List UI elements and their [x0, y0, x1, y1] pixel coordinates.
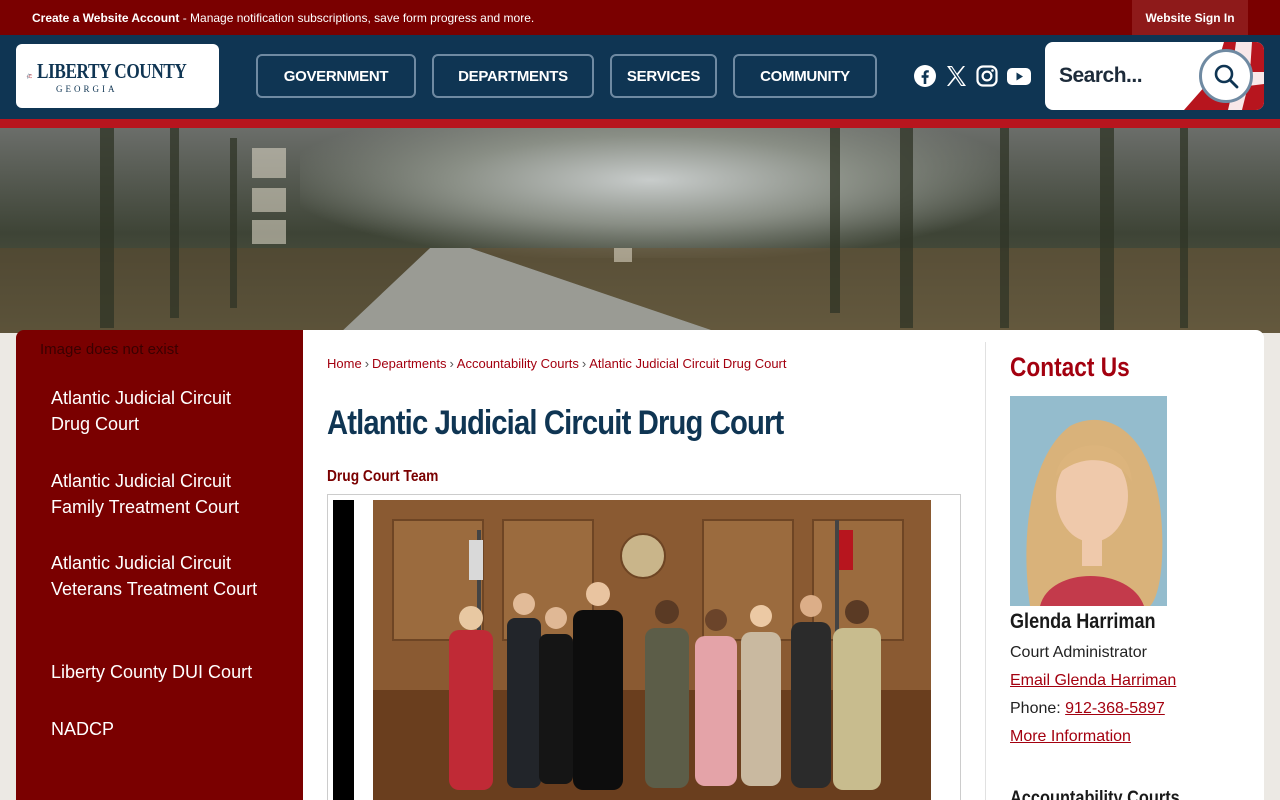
missing-image-text: Image does not exist — [40, 341, 179, 358]
contact-email-link[interactable]: Email Glenda Harriman — [1010, 672, 1176, 690]
account-notice-text: - Manage notification subscriptions, sav… — [179, 11, 535, 25]
contact-phone: Phone: 912-368-5897 — [1010, 700, 1165, 718]
drug-court-team-photo — [373, 500, 931, 800]
nav-community[interactable]: COMMUNITY — [733, 54, 877, 98]
sidebar-item-nadcp[interactable]: NADCP — [51, 716, 261, 742]
column-divider — [985, 342, 986, 800]
site-search — [1045, 42, 1264, 110]
photo-side-bar — [333, 500, 354, 800]
phone-label: Phone: — [1010, 700, 1066, 717]
main-content: Home › Departments › Accountability Courts › A… — [303, 330, 1264, 800]
breadcrumb-accountability-courts[interactable]: Accountability Courts — [457, 356, 579, 371]
search-input[interactable] — [1059, 60, 1179, 92]
notice-bar: Create a Website Account - Manage notifi… — [0, 0, 1280, 35]
contact-role: Court Administrator — [1010, 644, 1147, 661]
account-notice[interactable]: Create a Website Account - Manage notifi… — [32, 11, 534, 25]
sidebar-item-veterans-treatment-court[interactable]: Atlantic Judicial Circuit Veterans Treat… — [51, 550, 261, 602]
more-information-link[interactable]: More Information — [1010, 728, 1131, 746]
sidebar-item-family-treatment-court[interactable]: Atlantic Judicial Circuit Family Treatme… — [51, 468, 266, 520]
youtube-icon[interactable] — [1006, 64, 1032, 88]
sidebar-item-drug-court[interactable]: Atlantic Judicial Circuit Drug Court — [51, 385, 261, 437]
breadcrumb-current[interactable]: Atlantic Judicial Circuit Drug Court — [589, 356, 786, 371]
liberty-county-emblem-icon — [26, 73, 33, 79]
search-icon — [1214, 64, 1239, 89]
accountability-courts-heading: Accountability Courts — [1010, 788, 1180, 800]
phone-link[interactable]: 912-368-5897 — [1065, 700, 1165, 717]
team-photo-frame — [327, 494, 961, 800]
contact-name: Glenda Harriman — [1010, 610, 1156, 633]
sidebar-nav: Image does not exist Atlantic Judicial C… — [16, 330, 303, 800]
logo-state: GEORGIA — [55, 83, 118, 94]
nav-services[interactable]: SERVICES — [610, 54, 717, 98]
breadcrumb-home[interactable]: Home — [327, 356, 362, 371]
account-notice-bold[interactable]: Create a Website Account — [32, 11, 179, 25]
liberty-county-logo[interactable]: LIBERTY COUNTY GEORGIA — [16, 44, 219, 108]
contact-us-heading: Contact Us — [1010, 352, 1130, 382]
contact-portrait — [1010, 396, 1167, 606]
breadcrumb-departments[interactable]: Departments — [372, 356, 446, 371]
facebook-icon[interactable] — [913, 64, 937, 88]
logo-county-name: LIBERTY COUNTY — [36, 58, 187, 83]
section-subheading: Drug Court Team — [327, 468, 439, 485]
sidebar-item-dui-court[interactable]: Liberty County DUI Court — [51, 659, 261, 685]
x-icon[interactable] — [944, 64, 968, 88]
instagram-icon[interactable] — [975, 64, 999, 88]
page-title: Atlantic Judicial Circuit Drug Court — [327, 404, 784, 442]
nav-government[interactable]: GOVERNMENT — [256, 54, 416, 98]
search-button[interactable] — [1199, 49, 1253, 103]
breadcrumb: Home › Departments › Accountability Courts › A… — [327, 356, 787, 371]
header-accent-line — [0, 119, 1280, 128]
website-sign-in-button[interactable]: Website Sign In — [1132, 0, 1248, 35]
nav-departments[interactable]: DEPARTMENTS — [432, 54, 594, 98]
